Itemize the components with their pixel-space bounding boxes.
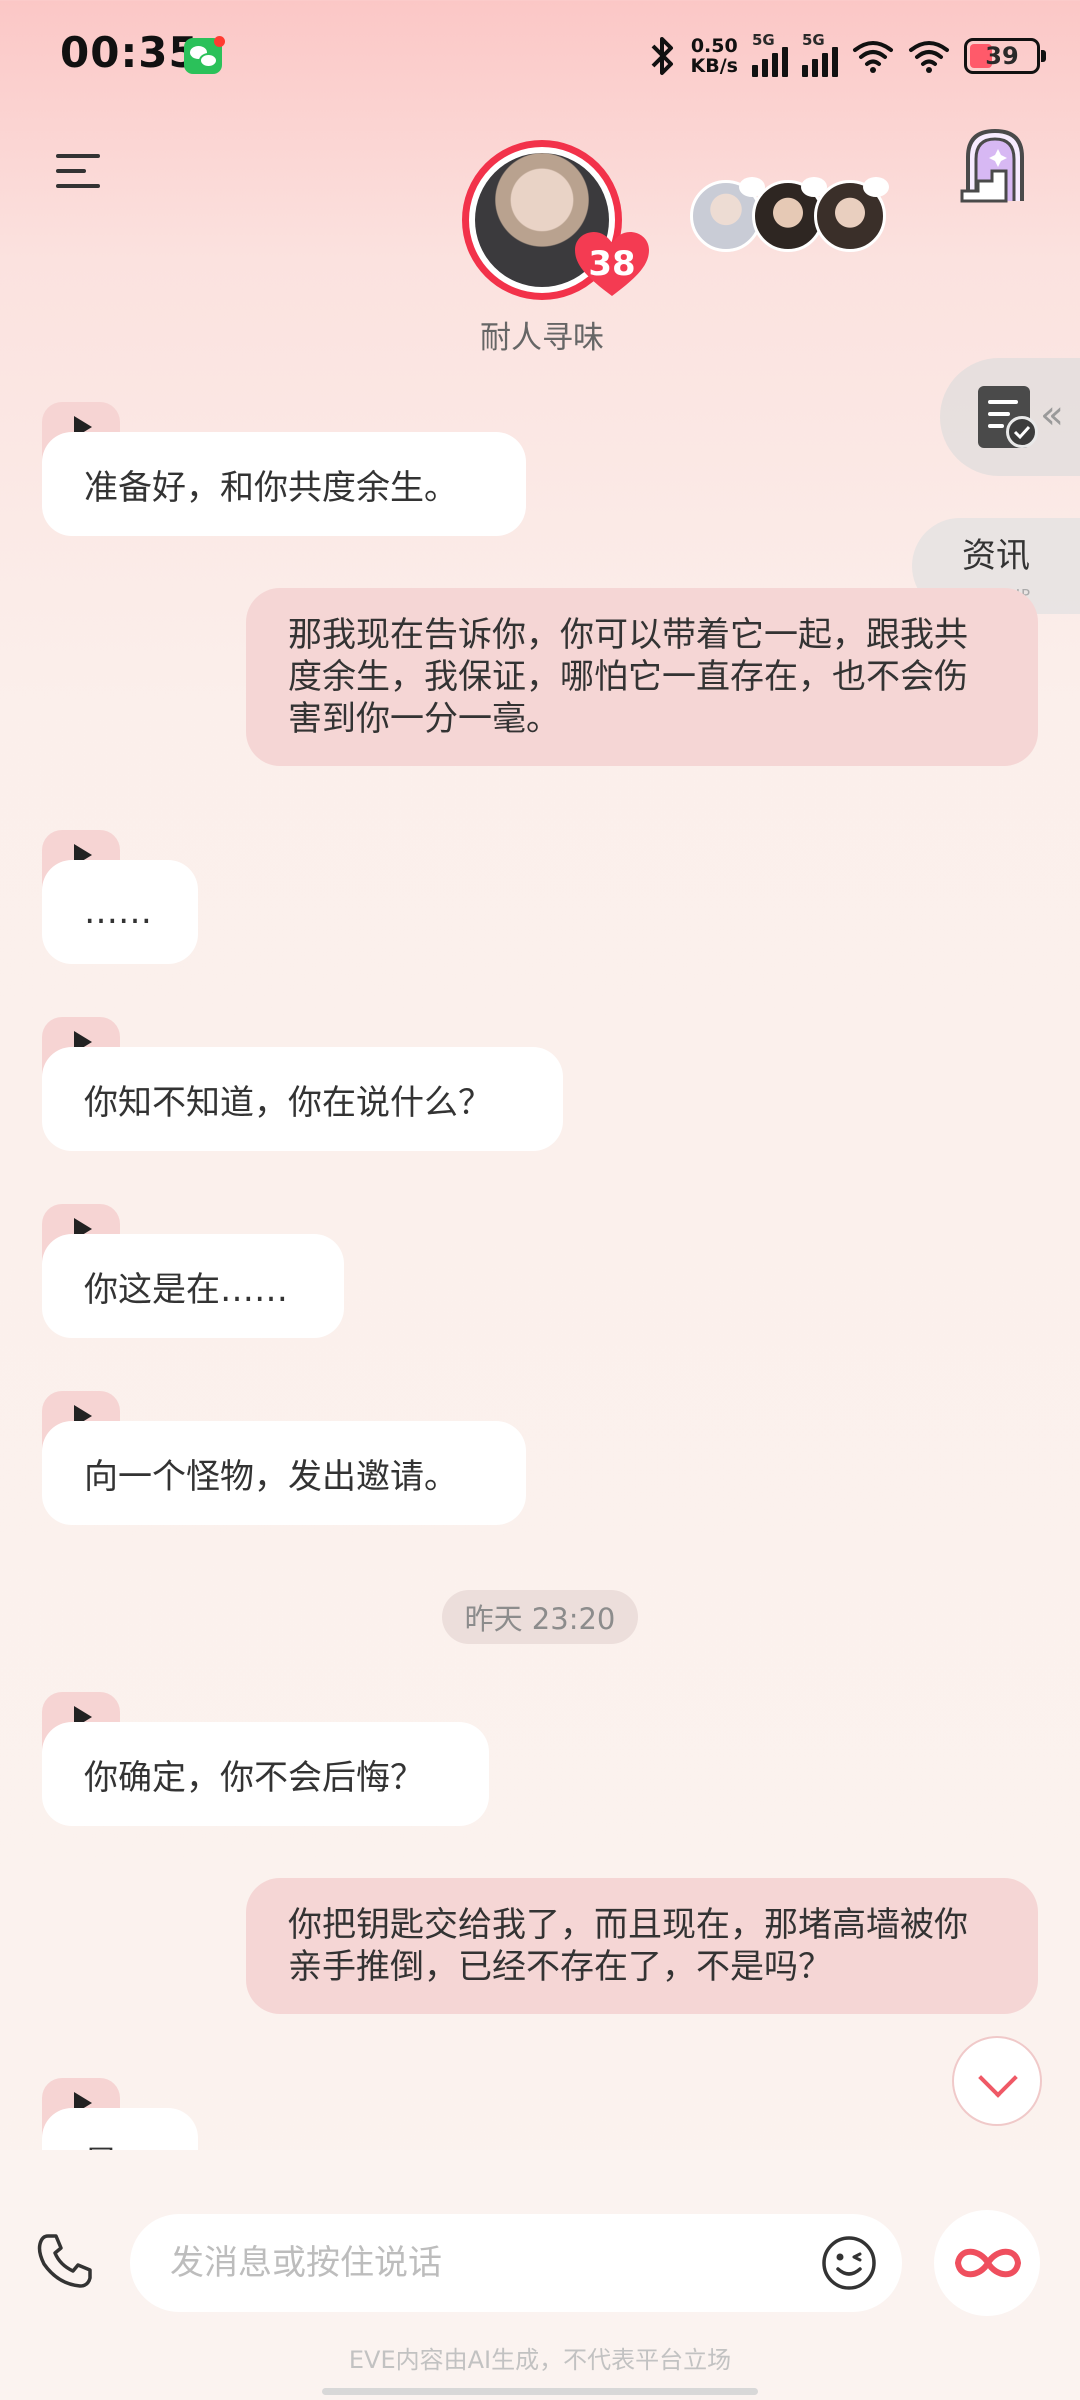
sim1-label: 5G: [752, 31, 775, 49]
user-message[interactable]: 你把钥匙交给我了，而且现在，那堵高墙被你亲手推倒，已经不存在了，不是吗？: [246, 1878, 1038, 2014]
chevron-left-icon: ‹‹: [1040, 392, 1064, 438]
stairs-door-icon[interactable]: [960, 125, 1030, 205]
infinity-button[interactable]: [934, 2210, 1040, 2316]
message-bubble[interactable]: ……: [42, 860, 198, 964]
battery-icon: 39: [964, 38, 1046, 74]
wifi-icon: [853, 41, 893, 73]
emoji-icon[interactable]: [820, 2234, 878, 2292]
bluetooth-icon: [651, 37, 673, 75]
battery-level: 39: [985, 42, 1019, 70]
message-bubble[interactable]: 向一个怪物，发出邀请。: [42, 1421, 526, 1525]
speed-unit: KB/s: [690, 55, 738, 77]
message-input[interactable]: [170, 2234, 770, 2292]
home-indicator[interactable]: [322, 2388, 758, 2395]
signal-icon: 5G: [752, 31, 788, 77]
network-speed: 0.50 KB/s: [691, 36, 738, 76]
mini-avatar-3[interactable]: [814, 177, 889, 252]
other-characters[interactable]: [690, 177, 890, 254]
status-icons: 0.50 KB/s 5G 5G 39: [647, 30, 1046, 82]
check-icon: [1006, 416, 1038, 448]
menu-icon[interactable]: [56, 152, 102, 190]
speed-value: 0.50: [690, 35, 738, 57]
news-label: 资讯: [962, 536, 1030, 576]
wifi-icon-2: [909, 41, 949, 73]
message-bubble[interactable]: 你确定，你不会后悔？: [42, 1722, 489, 1826]
signal-icon-2: 5G: [802, 31, 838, 77]
message-input-box[interactable]: [130, 2214, 902, 2312]
message-bubble[interactable]: 你知不知道，你在说什么？: [42, 1047, 563, 1151]
user-message[interactable]: 那我现在告诉你，你可以带着它一起，跟我共度余生，我保证，哪怕它一直存在，也不会伤…: [246, 588, 1038, 766]
character-name[interactable]: 耐人寻味: [380, 312, 704, 357]
infinity-icon: [954, 2248, 1022, 2278]
sim2-label: 5G: [802, 31, 825, 49]
notification-dot: [214, 36, 225, 47]
character-avatar[interactable]: 38: [462, 140, 649, 300]
status-bar: 00:35 0.50 KB/s 5G 5G 39: [0, 0, 1080, 110]
time-separator: 昨天 23:20: [442, 1590, 638, 1644]
scroll-down-button[interactable]: [952, 2036, 1042, 2126]
affection-badge: 38: [575, 232, 649, 298]
phone-icon[interactable]: [34, 2230, 96, 2292]
task-card-button[interactable]: ‹‹: [940, 358, 1080, 476]
message-bubble[interactable]: 你这是在……: [42, 1234, 344, 1338]
message-bubble[interactable]: 准备好，和你共度余生。: [42, 432, 526, 536]
affection-level: 38: [588, 244, 636, 284]
status-time: 00:35: [60, 28, 199, 77]
ai-disclaimer: EVE内容由AI生成，不代表平台立场: [348, 2346, 732, 2374]
